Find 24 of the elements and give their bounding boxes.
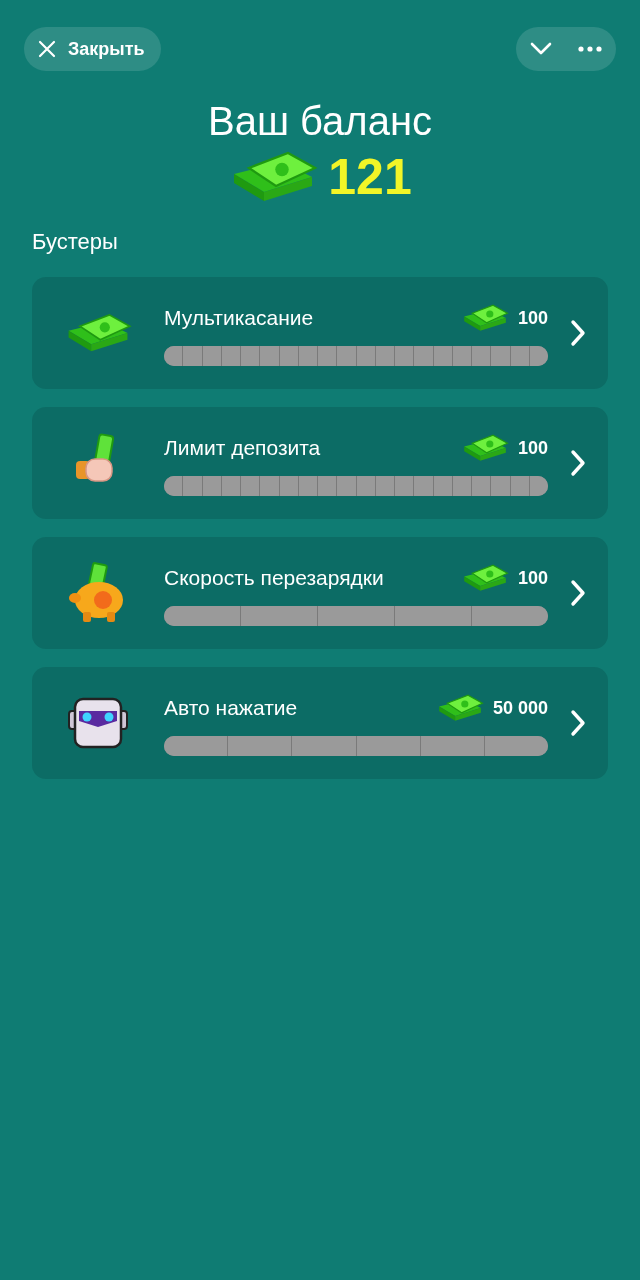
close-icon <box>38 40 56 58</box>
more-icon <box>578 46 602 52</box>
booster-card[interactable]: Скорость перезарядки 100 <box>32 537 608 649</box>
balance-title: Ваш баланс <box>206 98 433 145</box>
booster-price: 100 <box>517 307 548 329</box>
booster-card[interactable]: Авто нажатие 50 000 <box>32 667 608 779</box>
booster-price: 50 000 <box>492 697 548 719</box>
chevron-right-icon <box>570 709 586 737</box>
booster-price: 100 <box>517 567 548 589</box>
booster-name: Скорость перезарядки <box>164 566 384 590</box>
chevron-right-icon <box>570 579 586 607</box>
booster-card[interactable]: Лимит депозита 100 <box>32 407 608 519</box>
section-title: Бустеры <box>32 229 119 255</box>
balance-amount: 121 <box>328 148 412 206</box>
booster-name: Авто нажатие <box>164 696 298 720</box>
robot-head-icon <box>67 695 129 751</box>
chevron-right-icon <box>570 449 586 477</box>
close-button[interactable]: Закрыть <box>24 27 161 71</box>
chevron-right-icon <box>570 319 586 347</box>
booster-name: Мультикасание <box>164 306 314 330</box>
booster-price: 100 <box>517 437 548 459</box>
booster-name: Лимит депозита <box>164 436 321 460</box>
booster-card[interactable]: Мультикасание 100 <box>32 277 608 389</box>
chevron-down-icon <box>530 42 552 56</box>
